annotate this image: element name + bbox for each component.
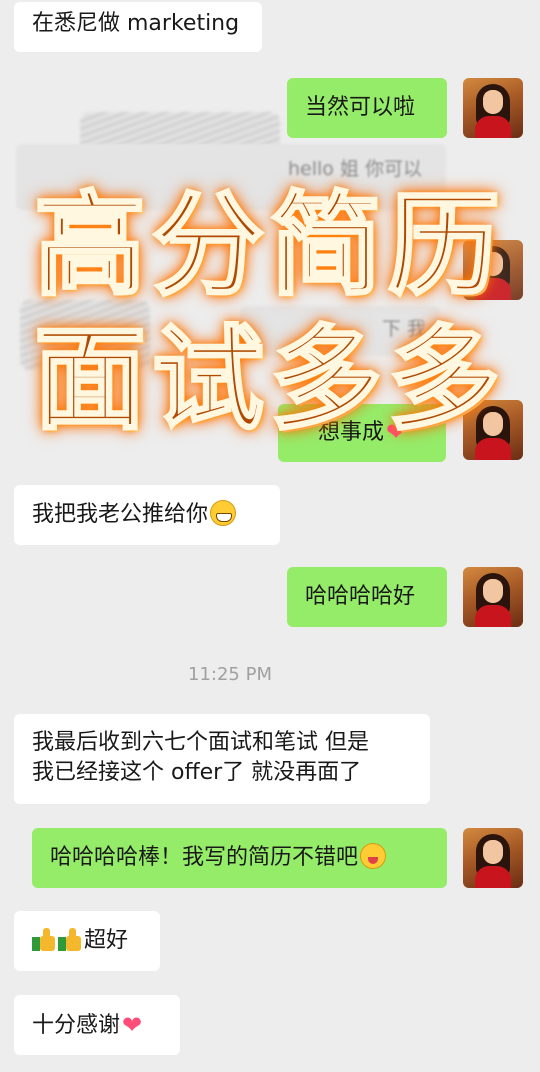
thumbs-up-icon	[58, 927, 82, 951]
message-text: 超好	[84, 928, 129, 953]
overlay-title-line2: 面试多多	[33, 315, 506, 445]
grinning-emoji-icon	[210, 500, 237, 526]
message-text-line: 我已经接这个 offer了 就没再面了	[32, 760, 362, 785]
message-text: 哈哈哈哈好	[305, 584, 416, 609]
message-incoming[interactable]: 我最后收到六七个面试和笔试 但是 我已经接这个 offer了 就没再面了	[14, 714, 430, 804]
thumbs-up-icon	[32, 927, 56, 951]
avatar[interactable]	[463, 567, 523, 627]
message-text: 十分感谢	[32, 1013, 121, 1038]
message-text: 当然可以啦	[305, 95, 416, 120]
message-outgoing[interactable]: 当然可以啦	[287, 78, 447, 138]
message-incoming[interactable]: 在悉尼做 marketing	[14, 2, 262, 52]
message-outgoing[interactable]: 哈哈哈哈好	[287, 567, 447, 627]
winking-tongue-emoji-icon	[360, 843, 387, 869]
avatar[interactable]	[463, 828, 523, 888]
message-text: 我把我老公推给你	[32, 502, 209, 527]
message-incoming[interactable]: 我把我老公推给你	[14, 485, 280, 545]
message-outgoing[interactable]: 哈哈哈哈棒！我写的简历不错吧	[32, 828, 447, 888]
message-incoming[interactable]: 十分感谢❤	[14, 995, 180, 1055]
message-timestamp: 11:25 PM	[188, 664, 272, 685]
heart-icon: ❤	[122, 1011, 143, 1039]
avatar[interactable]	[463, 78, 523, 138]
overlay-title-line1: 高分简历	[33, 181, 506, 311]
message-incoming[interactable]: 超好	[14, 911, 160, 971]
message-text: 在悉尼做 marketing	[32, 11, 240, 36]
message-text: 哈哈哈哈棒！我写的简历不错吧	[50, 845, 359, 870]
message-text-line: 我最后收到六七个面试和笔试 但是	[32, 730, 369, 755]
message-text: hello 姐 你可以	[288, 158, 422, 180]
